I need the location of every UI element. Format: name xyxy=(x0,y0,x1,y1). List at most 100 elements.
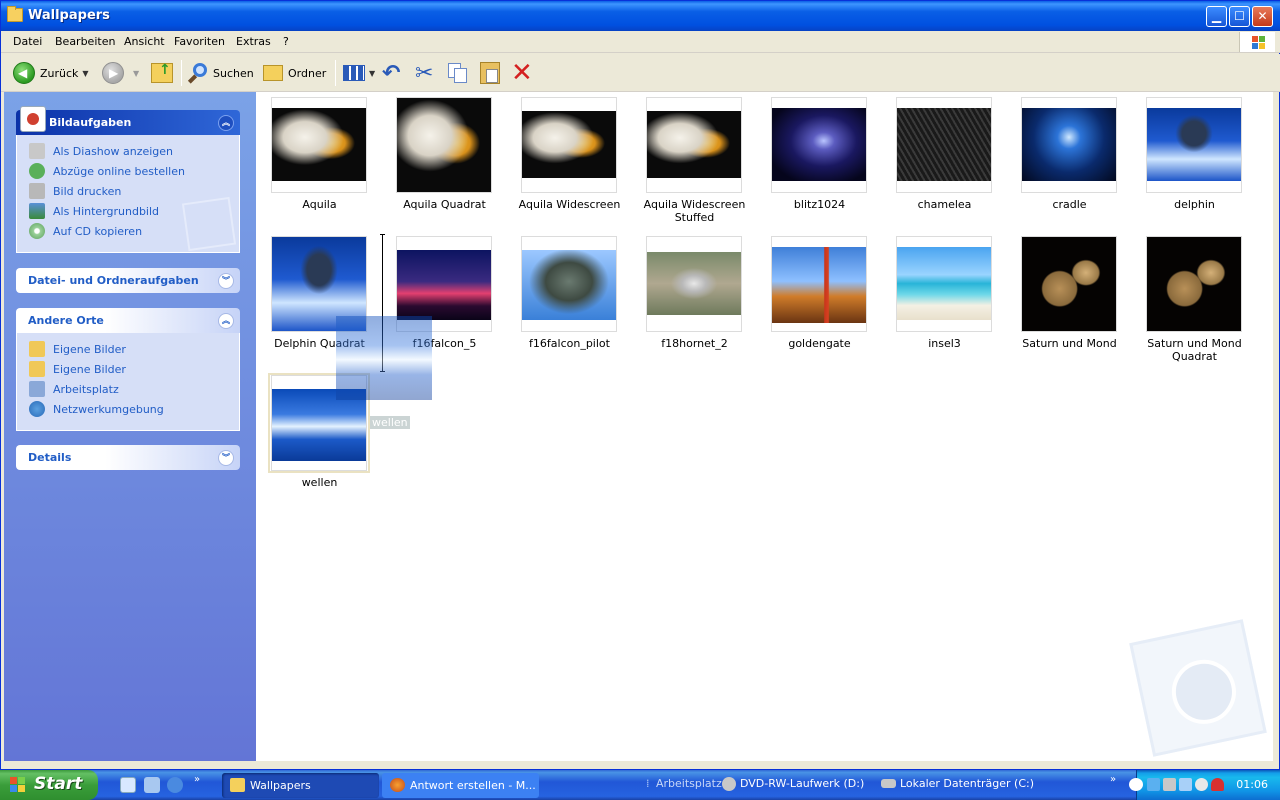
link-network[interactable]: Netzwerkumgebung xyxy=(29,399,239,419)
file-thumbnail[interactable] xyxy=(896,97,992,193)
other-places-header[interactable]: Andere Orte ︽ xyxy=(16,308,240,333)
up-folder-icon: ↑ xyxy=(151,62,173,83)
file-name[interactable]: blitz1024 xyxy=(757,198,882,211)
drag-ghost-label: wellen xyxy=(370,416,410,429)
tray-volume-icon[interactable] xyxy=(1179,778,1192,791)
file-thumbnail[interactable] xyxy=(271,97,367,193)
up-folder-button[interactable]: ↑ xyxy=(151,60,173,86)
other-places-title: Andere Orte xyxy=(28,314,104,327)
link-my-computer[interactable]: Arbeitsplatz xyxy=(29,379,239,399)
file-thumbnail[interactable] xyxy=(646,236,742,332)
folder-icon xyxy=(29,361,45,377)
cut-button[interactable]: ✂ xyxy=(415,60,433,86)
chevron-down-icon[interactable]: ▼ xyxy=(133,69,139,78)
menu-bar: Datei Bearbeiten Ansicht Favoriten Extra… xyxy=(1,31,1280,53)
close-button[interactable]: ✕ xyxy=(1252,6,1273,27)
email-quicklaunch-icon[interactable] xyxy=(120,777,136,793)
title-bar[interactable]: Wallpapers ▁ ☐ ✕ xyxy=(1,1,1280,31)
undo-icon: ↶ xyxy=(382,60,401,86)
band-local-disk[interactable]: Lokaler Datenträger (C:) xyxy=(900,777,1034,790)
file-thumbnail[interactable] xyxy=(771,97,867,193)
band-more-icon[interactable]: » xyxy=(1110,774,1116,785)
chevron-down-icon[interactable]: ︾ xyxy=(218,273,234,289)
file-name[interactable]: Aquila Quadrat xyxy=(382,198,507,211)
taskbar-button-wallpapers[interactable]: Wallpapers xyxy=(222,773,379,798)
start-label: Start xyxy=(34,774,83,794)
link-my-pictures-2[interactable]: Eigene Bilder xyxy=(29,359,239,379)
chevron-up-icon[interactable]: ︽ xyxy=(218,115,234,131)
menu-help[interactable]: ? xyxy=(283,35,289,48)
file-name[interactable]: f18hornet_2 xyxy=(632,337,757,350)
chevron-down-icon[interactable]: ▼ xyxy=(369,69,375,78)
taskbar: Start » Wallpapers Antwort erstellen - M… xyxy=(0,770,1280,800)
folders-button[interactable]: Ordner xyxy=(263,60,326,86)
link-order-prints[interactable]: Abzüge online bestellen xyxy=(29,161,239,181)
undo-button[interactable]: ↶ xyxy=(382,60,400,86)
chevron-down-icon[interactable]: ︾ xyxy=(218,450,234,466)
file-thumbnail[interactable] xyxy=(771,236,867,332)
file-name[interactable]: Saturn und Mond xyxy=(1007,337,1132,350)
menu-datei[interactable]: Datei xyxy=(13,35,42,48)
chevron-down-icon[interactable]: ▼ xyxy=(82,69,88,78)
file-name[interactable]: chamelea xyxy=(882,198,1007,211)
tray-security-icon[interactable] xyxy=(1211,778,1224,791)
picture-tasks-icon xyxy=(20,106,46,132)
media-quicklaunch-icon[interactable] xyxy=(167,777,183,793)
file-thumbnail[interactable] xyxy=(521,97,617,193)
tray-app-icon[interactable] xyxy=(1195,778,1208,791)
tray-expand-icon[interactable] xyxy=(1129,778,1143,791)
tray-network-icon[interactable] xyxy=(1147,778,1160,791)
file-name[interactable]: Saturn und Mond Quadrat xyxy=(1132,337,1257,363)
menu-favoriten[interactable]: Favoriten xyxy=(174,35,225,48)
file-thumbnail[interactable] xyxy=(521,236,617,332)
copy-button[interactable] xyxy=(448,60,468,86)
file-thumbnail[interactable] xyxy=(1021,97,1117,193)
file-thumbnail[interactable] xyxy=(646,97,742,193)
menu-ansicht[interactable]: Ansicht xyxy=(124,35,165,48)
picture-tasks-header[interactable]: Bildaufgaben ︽ xyxy=(16,106,240,135)
start-button[interactable]: Start xyxy=(0,770,98,800)
delete-button[interactable]: ✕ xyxy=(511,60,533,86)
link-slideshow[interactable]: Als Diashow anzeigen xyxy=(29,141,239,161)
maximize-button[interactable]: ☐ xyxy=(1229,6,1250,27)
band-dvd-drive[interactable]: DVD-RW-Laufwerk (D:) xyxy=(740,777,864,790)
file-name[interactable]: goldengate xyxy=(757,337,882,350)
menu-bearbeiten[interactable]: Bearbeiten xyxy=(55,35,115,48)
file-name[interactable]: delphin xyxy=(1132,198,1257,211)
windows-flag-icon xyxy=(10,777,27,793)
file-name[interactable]: Aquila xyxy=(257,198,382,211)
file-thumbnail[interactable] xyxy=(1146,97,1242,193)
order-prints-icon xyxy=(29,163,45,179)
file-thumbnail[interactable] xyxy=(896,236,992,332)
file-name[interactable]: insel3 xyxy=(882,337,1007,350)
taskbar-button-firefox[interactable]: Antwort erstellen - M... xyxy=(382,773,539,798)
file-name[interactable]: Aquila Widescreen xyxy=(507,198,632,211)
file-name[interactable]: Aquila Widescreen Stuffed xyxy=(632,198,757,224)
back-button[interactable]: Zurück ▼ xyxy=(13,60,89,86)
menu-extras[interactable]: Extras xyxy=(236,35,271,48)
file-thumbnail[interactable] xyxy=(1146,236,1242,332)
quicklaunch-more-icon[interactable]: » xyxy=(194,774,200,785)
tray-device-icon[interactable] xyxy=(1163,778,1176,791)
views-button[interactable]: ▼ xyxy=(343,60,375,86)
forward-button[interactable]: ▼ xyxy=(102,60,139,86)
file-name[interactable]: wellen xyxy=(257,476,382,489)
file-tasks-title: Datei- und Ordneraufgaben xyxy=(28,274,199,287)
link-my-pictures[interactable]: Eigene Bilder xyxy=(29,339,239,359)
details-header[interactable]: Details ︾ xyxy=(16,445,240,470)
recycle-quicklaunch-icon[interactable] xyxy=(144,777,160,793)
chevron-up-icon[interactable]: ︽ xyxy=(218,313,234,329)
paste-button[interactable] xyxy=(480,60,500,86)
file-tasks-header[interactable]: Datei- und Ordneraufgaben ︾ xyxy=(16,268,240,293)
taskbar-button-label: Antwort erstellen - M... xyxy=(410,779,536,792)
link-print[interactable]: Bild drucken xyxy=(29,181,239,201)
search-button[interactable]: Suchen xyxy=(187,60,254,86)
minimize-button[interactable]: ▁ xyxy=(1206,6,1227,27)
file-name[interactable]: f16falcon_pilot xyxy=(507,337,632,350)
thumbnail-image xyxy=(522,111,616,178)
link-label: Eigene Bilder xyxy=(53,362,126,376)
file-thumbnail[interactable] xyxy=(1021,236,1117,332)
band-arbeitsplatz[interactable]: Arbeitsplatz xyxy=(656,777,722,790)
file-thumbnail[interactable] xyxy=(396,97,492,193)
file-name[interactable]: cradle xyxy=(1007,198,1132,211)
